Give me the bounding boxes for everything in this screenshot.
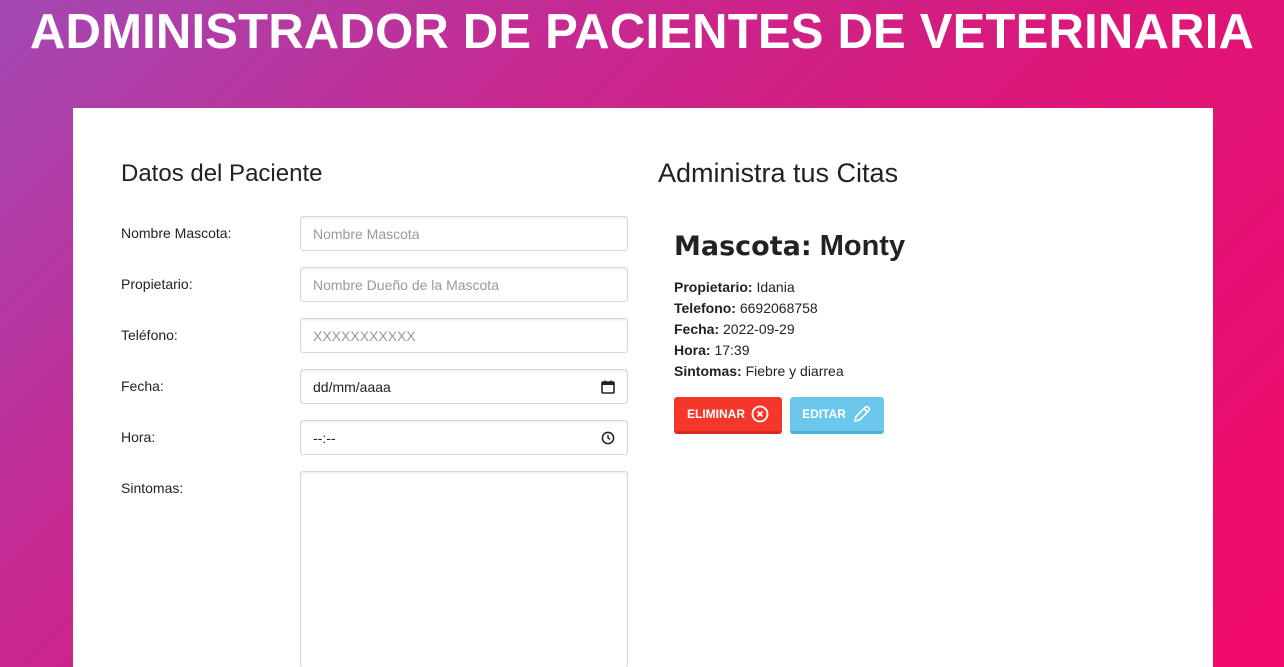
time-label: Hora:: [121, 429, 156, 445]
pet-name-label: Nombre Mascota:: [121, 225, 232, 241]
clock-icon[interactable]: [601, 431, 615, 445]
symptoms-detail-label: Sintomas:: [674, 363, 742, 379]
app-title: ADMINISTRADOR DE PACIENTES DE VETERINARI…: [29, 5, 1255, 59]
symptoms-textarea[interactable]: [300, 471, 628, 667]
form-title: Datos del Paciente: [121, 160, 323, 187]
pet-title: Mascota: Monty: [674, 226, 905, 267]
owner-placeholder: Nombre Dueño de la Mascota: [313, 276, 499, 293]
pencil-icon: [852, 404, 872, 424]
date-placeholder: dd/mm/aaaa: [313, 378, 391, 395]
time-input[interactable]: --:--: [300, 420, 628, 455]
symptoms-label: Sintomas:: [121, 480, 184, 496]
date-input[interactable]: dd/mm/aaaa: [300, 369, 628, 404]
edit-button-label: Editar: [802, 407, 846, 421]
phone-input[interactable]: XXXXXXXXXXX: [300, 318, 628, 353]
symptoms-detail-value: Fiebre y diarrea: [745, 363, 844, 379]
date-detail-value: 2022-09-29: [723, 321, 795, 337]
pet-name: Monty: [819, 230, 906, 262]
appointment-card: Mascota: Monty Propietario: Idania Telef…: [674, 226, 905, 382]
phone-detail-value: 6692068758: [739, 300, 818, 316]
delete-button-label: Eliminar: [687, 407, 745, 421]
time-detail-value: 17:39: [714, 342, 750, 358]
phone-label: Teléfono:: [121, 327, 178, 343]
edit-button[interactable]: Editar: [790, 397, 884, 434]
owner-detail-label: Propietario:: [674, 279, 753, 295]
owner-detail-value: Idania: [756, 279, 795, 295]
symptoms-detail: Sintomas: Fiebre y diarrea: [674, 361, 905, 382]
time-detail-label: Hora:: [674, 342, 711, 358]
pet-name-input[interactable]: Nombre Mascota: [300, 216, 628, 251]
owner-label: Propietario:: [121, 276, 193, 292]
phone-placeholder: XXXXXXXXXXX: [313, 327, 416, 344]
phone-detail: Telefono: 6692068758: [674, 298, 905, 319]
list-title: Administra tus Citas: [658, 158, 899, 188]
time-placeholder: --:--: [313, 429, 336, 446]
delete-button[interactable]: Eliminar: [674, 397, 782, 434]
phone-detail-label: Telefono:: [674, 300, 736, 316]
owner-detail: Propietario: Idania: [674, 277, 905, 298]
date-detail-label: Fecha:: [674, 321, 720, 337]
time-detail: Hora: 17:39: [674, 340, 905, 361]
main-card: Datos del Paciente Nombre Mascota: Nombr…: [73, 108, 1213, 667]
date-detail: Fecha: 2022-09-29: [674, 319, 905, 340]
owner-input[interactable]: Nombre Dueño de la Mascota: [300, 267, 628, 302]
x-circle-icon: [751, 405, 769, 423]
pet-label: Mascota:: [674, 231, 812, 262]
date-label: Fecha:: [121, 378, 164, 394]
appointment-actions: Eliminar Editar: [674, 397, 884, 434]
calendar-icon[interactable]: [601, 380, 615, 394]
pet-name-placeholder: Nombre Mascota: [313, 225, 420, 242]
